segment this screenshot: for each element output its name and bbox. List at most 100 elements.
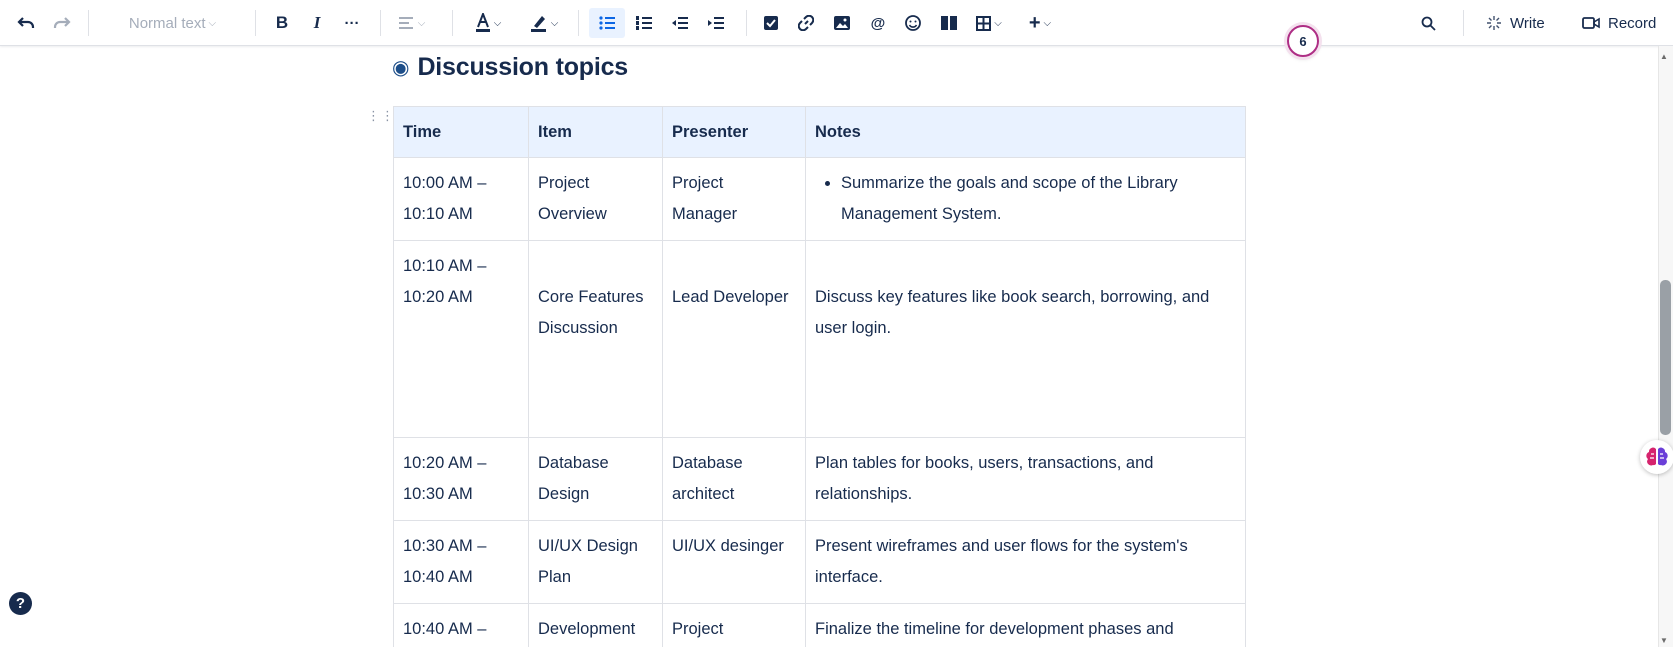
toolbar-divider xyxy=(746,10,747,36)
redo-icon[interactable] xyxy=(48,8,76,38)
write-label: Write xyxy=(1510,14,1545,32)
chevron-down-icon: ⌵ xyxy=(208,17,217,29)
column-header-presenter[interactable]: Presenter xyxy=(662,106,806,158)
time-cell[interactable]: 10:20 AM – 10:30 AM xyxy=(393,437,529,521)
table-row: 10:20 AM – 10:30 AM Database Design Databa… xyxy=(393,437,1246,521)
table-icon xyxy=(976,15,992,31)
bullet-list-icon xyxy=(599,16,615,30)
bullet-list-button[interactable] xyxy=(589,8,625,38)
item-line: UI/UX Design xyxy=(538,537,638,555)
plus-icon: + xyxy=(1028,11,1041,34)
notes-bullet-item: Summarize the goals and scope of the Lib… xyxy=(841,168,1236,230)
video-camera-icon xyxy=(1582,17,1600,29)
item-cell[interactable]: Project Overview xyxy=(528,157,663,241)
alignment-dropdown[interactable]: ⌵ xyxy=(392,8,432,38)
drag-handle-icon[interactable]: ⋮⋮ xyxy=(367,109,395,122)
presenter-cell[interactable]: Project xyxy=(662,603,806,647)
chevron-down-icon: ⌵ xyxy=(550,17,559,29)
item-line: Discussion xyxy=(538,319,618,337)
link-icon xyxy=(798,15,814,31)
time-end: 10:40 AM xyxy=(403,568,473,586)
image-button[interactable] xyxy=(828,8,856,38)
item-cell[interactable]: Database Design xyxy=(528,437,663,521)
emoji-button[interactable] xyxy=(899,8,927,38)
chevron-down-icon: ⌵ xyxy=(1043,17,1052,29)
more-formatting-icon[interactable]: ··· xyxy=(338,8,366,38)
text-style-dropdown[interactable]: Normal text ⌵ xyxy=(110,8,235,38)
ai-assistant-button[interactable] xyxy=(1640,440,1673,474)
item-cell[interactable]: Development xyxy=(528,603,663,647)
notification-badge[interactable]: 6 xyxy=(1283,25,1323,61)
discussion-table: Time Item Presenter Notes 10:00 AM – 10:1… xyxy=(393,106,1246,647)
time-start: 10:40 AM – xyxy=(403,620,487,638)
time-cell[interactable]: 10:10 AM – 10:20 AM xyxy=(393,240,529,438)
link-button[interactable] xyxy=(792,8,820,38)
text-color-dropdown[interactable]: ⌵ xyxy=(468,8,508,38)
time-cell[interactable]: 10:00 AM – 10:10 AM xyxy=(393,157,529,241)
presenter-line: UI/UX desinger xyxy=(672,537,784,555)
presenter-cell[interactable]: Project Manager xyxy=(662,157,806,241)
italic-icon[interactable]: I xyxy=(303,8,331,38)
layout-button[interactable] xyxy=(935,8,963,38)
time-end: 10:10 AM xyxy=(403,205,473,223)
table-dropdown[interactable]: ⌵ xyxy=(969,8,1009,38)
notes-cell[interactable]: Plan tables for books, users, transactio… xyxy=(805,437,1246,521)
indent-button[interactable] xyxy=(701,8,731,38)
presenter-cell[interactable]: UI/UX desinger xyxy=(662,520,806,604)
item-cell[interactable]: Core Features Discussion xyxy=(528,240,663,438)
search-button[interactable] xyxy=(1414,8,1442,38)
item-line: Development xyxy=(538,620,636,638)
highlighter-icon xyxy=(530,16,546,32)
record-button[interactable]: Record xyxy=(1582,8,1667,38)
toolbar-divider xyxy=(255,10,256,36)
mention-icon[interactable]: @ xyxy=(864,8,892,38)
time-cell[interactable]: 10:30 AM – 10:40 AM xyxy=(393,520,529,604)
notes-text: Plan tables for books, users, transactio… xyxy=(815,454,1154,503)
time-end: 10:30 AM xyxy=(403,485,473,503)
bold-icon[interactable]: B xyxy=(268,8,296,38)
checkbox-icon xyxy=(764,16,778,30)
notes-cell[interactable]: Finalize the timeline for development ph… xyxy=(805,603,1246,647)
task-checkbox-button[interactable] xyxy=(757,8,785,38)
scroll-down-icon[interactable]: ▼ xyxy=(1660,636,1668,645)
presenter-line: architect xyxy=(672,485,735,503)
help-icon[interactable]: ? xyxy=(9,592,32,615)
presenter-cell[interactable]: Database architect xyxy=(662,437,806,521)
notes-cell[interactable]: Discuss key features like book search, b… xyxy=(805,240,1246,438)
highlight-dropdown[interactable]: ⌵ xyxy=(524,8,564,38)
write-button[interactable]: Write xyxy=(1486,8,1556,38)
time-end: 10:20 AM xyxy=(403,288,473,306)
item-cell[interactable]: UI/UX Design Plan xyxy=(528,520,663,604)
scroll-up-icon[interactable]: ▲ xyxy=(1660,52,1668,61)
item-line: Design xyxy=(538,485,590,503)
notes-cell[interactable]: Summarize the goals and scope of the Lib… xyxy=(805,157,1246,241)
toolbar-divider xyxy=(578,10,579,36)
outdent-button[interactable] xyxy=(665,8,695,38)
table-row: 10:30 AM – 10:40 AM UI/UX Design Plan UI/U… xyxy=(393,520,1246,604)
time-start: 10:20 AM – xyxy=(403,454,487,472)
column-header-item[interactable]: Item xyxy=(528,106,663,158)
toolbar-divider xyxy=(1463,10,1464,36)
time-cell[interactable]: 10:40 AM – xyxy=(393,603,529,647)
presenter-line: Lead Developer xyxy=(672,288,789,306)
chevron-down-icon: ⌵ xyxy=(994,17,1002,29)
text-color-icon xyxy=(475,13,490,32)
scrollbar-thumb[interactable] xyxy=(1660,280,1671,435)
section-heading: ◉ Discussion topics xyxy=(392,50,628,84)
page-heading: Discussion topics xyxy=(417,52,628,81)
toolbar-divider xyxy=(88,10,89,36)
time-start: 10:30 AM – xyxy=(403,537,487,555)
numbered-list-button[interactable] xyxy=(629,8,659,38)
search-icon xyxy=(1421,16,1436,31)
column-header-notes[interactable]: Notes xyxy=(805,106,1246,158)
insert-dropdown[interactable]: + ⌵ xyxy=(1020,8,1060,38)
notes-cell[interactable]: Present wireframes and user flows for th… xyxy=(805,520,1246,604)
undo-icon[interactable] xyxy=(12,8,40,38)
table-row: 10:40 AM – Development Project Finalize … xyxy=(393,603,1246,647)
item-line: Overview xyxy=(538,205,607,223)
notes-text: Discuss key features like book search, b… xyxy=(815,288,1210,337)
brain-icon xyxy=(1646,447,1668,466)
presenter-cell[interactable]: Lead Developer xyxy=(662,240,806,438)
item-line: Core Features xyxy=(538,288,644,306)
column-header-time[interactable]: Time xyxy=(393,106,529,158)
